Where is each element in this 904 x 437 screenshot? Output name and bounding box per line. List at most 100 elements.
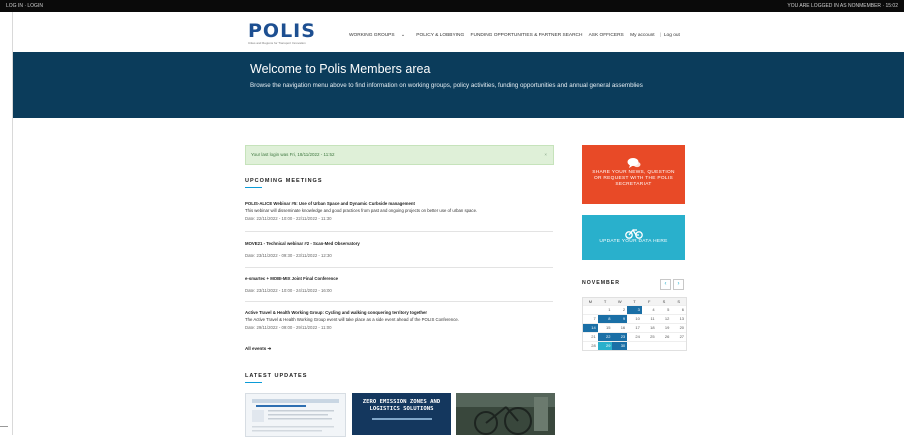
meeting-date: Date: 29/11/2022 - 09:00 - 29/11/2022 - … [245,325,332,330]
chevron-left-icon[interactable]: ‹ [660,279,671,290]
update-thumbnail[interactable] [245,393,346,437]
divider [245,231,553,232]
calendar-day[interactable]: 15 [597,323,613,332]
calendar-day[interactable]: 8 [597,314,613,323]
bicycle-icon [582,226,685,239]
hero-banner: Welcome to Polis Members area Browse the… [13,52,904,118]
logo-tagline: Cities and Regions for Transport Innovat… [248,41,306,45]
calendar-day[interactable]: 16 [612,323,628,332]
all-events-link[interactable]: All events ➔ [245,346,271,352]
divider [245,267,553,268]
weekday-label: T [597,298,613,305]
weekday-label: S [671,298,687,305]
weekday-label: T [627,298,642,305]
nav-working-groups-label: WORKING GROUPS [349,33,395,38]
calendar-empty-cell [641,341,657,350]
calendar-day[interactable]: 14 [583,323,598,332]
calendar-weekday-header: M T W T F S S [583,298,687,305]
chat-bubbles-icon [582,156,685,170]
nav-logout[interactable]: Log out [664,33,680,38]
meeting-title[interactable]: POLIS-ALICE Webinar #5: Use of Urban Spa… [245,201,553,206]
calendar-day[interactable]: 19 [656,323,672,332]
document-preview-image [252,399,339,432]
calendar-day[interactable]: 24 [627,332,642,341]
meeting-title[interactable]: MOVE21 - Technical webinar #2 - Scan-Med… [245,241,553,246]
calendar-day[interactable]: 30 [612,341,628,350]
meeting-item: Active Travel & Health Working Group: Cy… [245,310,553,330]
calendar-day[interactable]: 13 [671,314,687,323]
calendar-day[interactable]: 26 [656,332,672,341]
meeting-description: This webinar will disseminate knowledge … [245,208,478,213]
calendar-day[interactable]: 17 [627,323,642,332]
bicycles-photo [456,393,555,435]
meeting-date: Date: 23/11/2022 - 10:00 - 24/11/2022 - … [245,288,332,293]
polis-logo[interactable]: POLIS Cities and Regions for Transport I… [248,22,316,46]
nav-my-account[interactable]: My account [630,33,655,38]
nav-ask-officers[interactable]: ASK OFFICERS [589,33,624,38]
calendar-day[interactable]: 10 [627,314,642,323]
latest-updates-title: LATEST UPDATES [245,373,308,379]
calendar-day[interactable]: 21 [583,332,598,341]
top-bar-right-text: YOU ARE LOGGED IN AS NONMEMBER · 15:02 [787,3,898,9]
calendar-day[interactable]: 7 [583,314,598,323]
calendar-day[interactable]: 20 [671,323,687,332]
calendar-empty-cell [671,341,687,350]
calendar-day[interactable]: 9 [612,314,628,323]
calendar-day[interactable]: 5 [656,305,672,314]
calendar-day[interactable]: 29 [597,341,613,350]
calendar-day[interactable]: 3 [627,305,642,314]
top-bar-left-text: LOG IN · LOGIN [6,3,43,9]
meeting-item: POLIS-ALICE Webinar #5: Use of Urban Spa… [245,201,553,221]
hero-subtitle: Browse the navigation menu above to find… [250,82,643,89]
window-corner-line [0,426,8,427]
main-nav: WORKING GROUPS ⌄ POLICY & LOBBYING FUNDI… [349,33,685,38]
meeting-item: MOVE21 - Technical webinar #2 - Scan-Med… [245,241,553,258]
page-title: Welcome to Polis Members area [250,62,431,76]
share-news-text: SHARE YOUR NEWS, QUESTION OR REQUEST WIT… [592,170,675,187]
calendar-day[interactable]: 23 [612,332,628,341]
calendar-day[interactable]: 4 [641,305,657,314]
calendar-day[interactable]: 11 [641,314,657,323]
weekday-label: W [612,298,628,305]
nav-funding[interactable]: FUNDING OPPORTUNITIES & PARTNER SEARCH [471,33,583,38]
meeting-title[interactable]: e-smartec + MOBI-MIX Joint Final Confere… [245,276,553,281]
calendar-day[interactable]: 18 [641,323,657,332]
weekday-label: S [656,298,672,305]
thumbnail-caption-bar [371,418,432,420]
nav-working-groups[interactable]: WORKING GROUPS ⌄ [349,33,410,38]
meeting-description: The Active Travel & Health Working Group… [245,317,459,322]
nav-policy-lobbying[interactable]: POLICY & LOBBYING [416,33,464,38]
calendar-empty-cell [627,341,642,350]
chevron-right-icon[interactable]: › [673,279,684,290]
nav-separator: | [659,33,661,38]
update-thumbnail[interactable] [456,393,555,435]
update-data-text: UPDATE YOUR DATA HERE [599,239,668,244]
calendar-grid: M T W T F S S 1 2 3 4 5 6 7 8 9 10 11 12 13 14 15 16 17 1… [582,297,687,351]
upcoming-meetings-title: UPCOMING MEETINGS [245,178,323,184]
share-news-box[interactable]: SHARE YOUR NEWS, QUESTION OR REQUEST WIT… [582,145,685,204]
update-data-box[interactable]: UPDATE YOUR DATA HERE [582,215,685,260]
meeting-item: e-smartec + MOBI-MIX Joint Final Confere… [245,276,553,293]
close-icon[interactable]: × [544,152,547,157]
chevron-down-icon: ⌄ [400,33,405,38]
calendar-day[interactable]: 1 [597,305,613,314]
calendar-day[interactable]: 12 [656,314,672,323]
calendar-day[interactable]: 22 [597,332,613,341]
meeting-date: Date: 22/11/2022 - 10:00 - 22/11/2022 - … [245,216,332,221]
calendar-day[interactable]: 25 [641,332,657,341]
calendar-body: 1 2 3 4 5 6 7 8 9 10 11 12 13 14 15 16 17 18 19 20 21 22 23 24 2… [583,305,687,350]
calendar-week-row: 14 15 16 17 18 19 20 [583,323,687,332]
calendar-day[interactable]: 27 [671,332,687,341]
calendar-day[interactable]: 28 [583,341,598,350]
calendar-week-row: 7 8 9 10 11 12 13 [583,314,687,323]
login-notice-text: Your last login was Fri, 18/11/2022 - 11… [251,152,335,157]
calendar-week-row: 123456 [583,305,687,314]
calendar-day[interactable]: 6 [671,305,687,314]
thumbnail-title: ZERO EMISSION ZONES AND LOGISTICS SOLUTI… [362,399,441,412]
weekday-label: F [641,298,657,305]
calendar-day[interactable]: 2 [612,305,628,314]
section-underline [245,382,262,383]
update-thumbnail[interactable]: ZERO EMISSION ZONES AND LOGISTICS SOLUTI… [352,393,451,435]
meeting-title[interactable]: Active Travel & Health Working Group: Cy… [245,310,553,315]
section-underline [245,187,262,188]
